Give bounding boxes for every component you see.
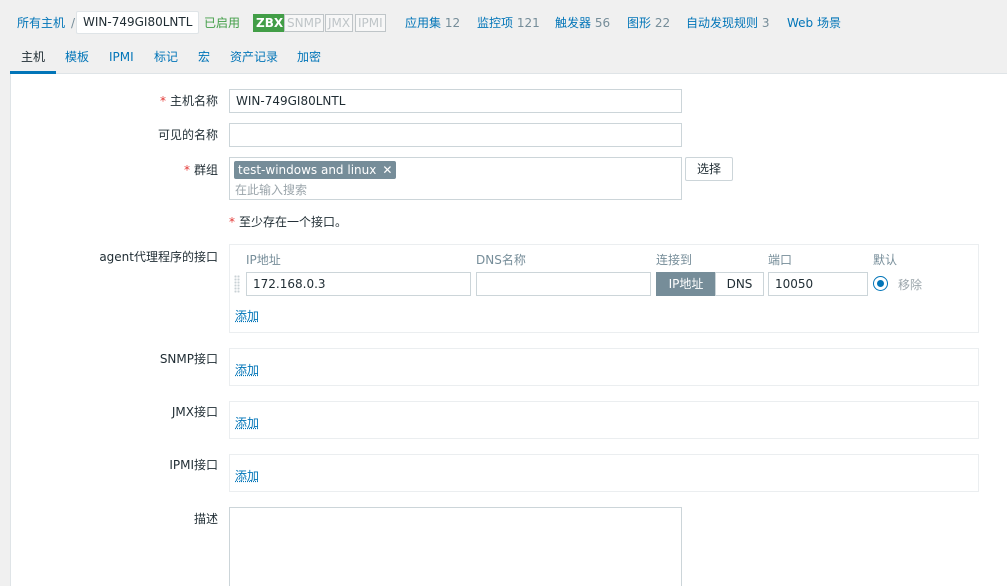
items-count: 121 — [516, 16, 540, 30]
triggers-link-label: 触发器 — [555, 16, 592, 30]
agent-dns-input[interactable] — [476, 272, 651, 296]
discovery-rules-link[interactable]: 自动发现规则 3 — [686, 16, 769, 30]
host-name-label: * 主机名称 — [160, 93, 218, 109]
connect-dns-toggle[interactable]: DNS — [715, 272, 764, 296]
applications-link-label: 应用集 — [405, 16, 442, 30]
current-host-name[interactable]: WIN-749GI80LNTL — [76, 11, 200, 34]
visible-name-input[interactable] — [229, 123, 682, 147]
host-status[interactable]: 已启用 — [204, 16, 240, 30]
graphs-count: 22 — [654, 16, 671, 30]
snmp-interfaces-label: SNMP接口 — [159, 352, 218, 366]
dns-column-header: DNS名称 — [476, 253, 526, 267]
all-hosts-link[interactable]: 所有主机 — [17, 16, 65, 30]
add-agent-interface-link[interactable]: 添加 — [235, 309, 259, 323]
triggers-count: 56 — [594, 16, 611, 30]
tab-host[interactable]: 主机 — [21, 50, 45, 64]
required-marker: * — [229, 215, 235, 229]
remove-chip-icon[interactable]: ✕ — [382, 161, 392, 179]
description-label: 描述 — [193, 512, 218, 526]
graphs-link-label: 图形 — [627, 16, 652, 30]
applications-count: 12 — [444, 16, 461, 30]
groups-search-input[interactable]: 在此输入搜索 — [235, 183, 307, 197]
add-snmp-interface-link[interactable]: 添加 — [235, 363, 259, 377]
host-name-label-text: 主机名称 — [169, 94, 218, 108]
zbx-availability-badge: ZBX — [253, 14, 287, 32]
triggers-link[interactable]: 触发器 56 — [555, 16, 610, 30]
ipmi-interfaces-label: IPMI接口 — [169, 458, 218, 472]
ipmi-interfaces-box: 添加 — [229, 454, 979, 492]
port-column-header: 端口 — [768, 253, 793, 267]
drag-handle-icon[interactable] — [234, 275, 240, 293]
connect-ip-toggle[interactable]: IP地址 — [656, 272, 716, 296]
web-scenarios-link[interactable]: Web 场景 — [787, 16, 841, 30]
group-chip: test-windows and linux ✕ — [234, 161, 397, 179]
group-chip-label: test-windows and linux — [238, 163, 377, 177]
graphs-link[interactable]: 图形 22 — [627, 16, 670, 30]
tab-tags[interactable]: 标记 — [154, 50, 178, 64]
items-link[interactable]: 监控项 121 — [477, 16, 540, 30]
jmx-interfaces-label: JMX接口 — [171, 405, 218, 419]
host-form-tabs: 主机 模板 IPMI 标记 宏 资产记录 加密 — [10, 44, 1007, 74]
description-textarea[interactable] — [229, 507, 682, 586]
groups-label-text: 群组 — [193, 163, 218, 177]
discovery-rules-link-label: 自动发现规则 — [686, 16, 759, 30]
items-link-label: 监控项 — [477, 16, 514, 30]
default-column-header: 默认 — [873, 253, 898, 267]
groups-multiselect[interactable]: test-windows and linux ✕ 在此输入搜索 — [229, 157, 682, 200]
agent-ip-input[interactable]: 172.168.0.3 — [246, 272, 471, 296]
add-jmx-interface-link[interactable]: 添加 — [235, 416, 259, 430]
connect-column-header: 连接到 — [656, 253, 693, 267]
visible-name-label: 可见的名称 — [157, 128, 218, 142]
tab-ipmi[interactable]: IPMI — [109, 50, 134, 64]
add-ipmi-interface-link[interactable]: 添加 — [235, 469, 259, 483]
host-form: * 主机名称 WIN-749GI80LNTL 可见的名称 * 群组 test-win… — [10, 74, 1007, 586]
ipmi-availability-badge: IPMI — [355, 14, 386, 32]
groups-label: * 群组 — [184, 162, 218, 178]
required-marker: * — [159, 94, 166, 108]
select-groups-button[interactable]: 选择 — [685, 157, 733, 181]
discovery-rules-count: 3 — [761, 16, 770, 30]
host-name-input[interactable]: WIN-749GI80LNTL — [229, 89, 682, 113]
tab-macros[interactable]: 宏 — [198, 50, 210, 64]
required-marker: * — [183, 163, 190, 177]
tab-templates[interactable]: 模板 — [65, 50, 89, 64]
tab-encryption[interactable]: 加密 — [297, 50, 321, 64]
tab-inventory[interactable]: 资产记录 — [230, 50, 278, 64]
jmx-interfaces-box: 添加 — [229, 401, 979, 439]
remove-interface-link[interactable]: 移除 — [898, 278, 922, 292]
default-interface-radio[interactable] — [873, 276, 888, 291]
interface-required-note: * 至少存在一个接口。 — [229, 215, 347, 229]
breadcrumb-separator: / — [71, 16, 76, 30]
snmp-availability-badge: SNMP — [284, 14, 325, 32]
agent-interfaces-label: agent代理程序的接口 — [99, 250, 218, 264]
applications-link[interactable]: 应用集 12 — [405, 16, 460, 30]
jmx-availability-badge: JMX — [325, 14, 354, 32]
snmp-interfaces-box: 添加 — [229, 348, 979, 386]
host-navigation: 所有主机 / WIN-749GI80LNTL 已启用 ZBX SNMP JMX … — [0, 0, 1007, 44]
ip-column-header: IP地址 — [246, 253, 281, 267]
interface-required-note-text: 至少存在一个接口。 — [239, 215, 348, 229]
agent-interfaces-box: IP地址 DNS名称 连接到 端口 默认 172.168.0.3 IP地址 DN… — [229, 244, 979, 333]
agent-port-input[interactable]: 10050 — [768, 272, 868, 296]
